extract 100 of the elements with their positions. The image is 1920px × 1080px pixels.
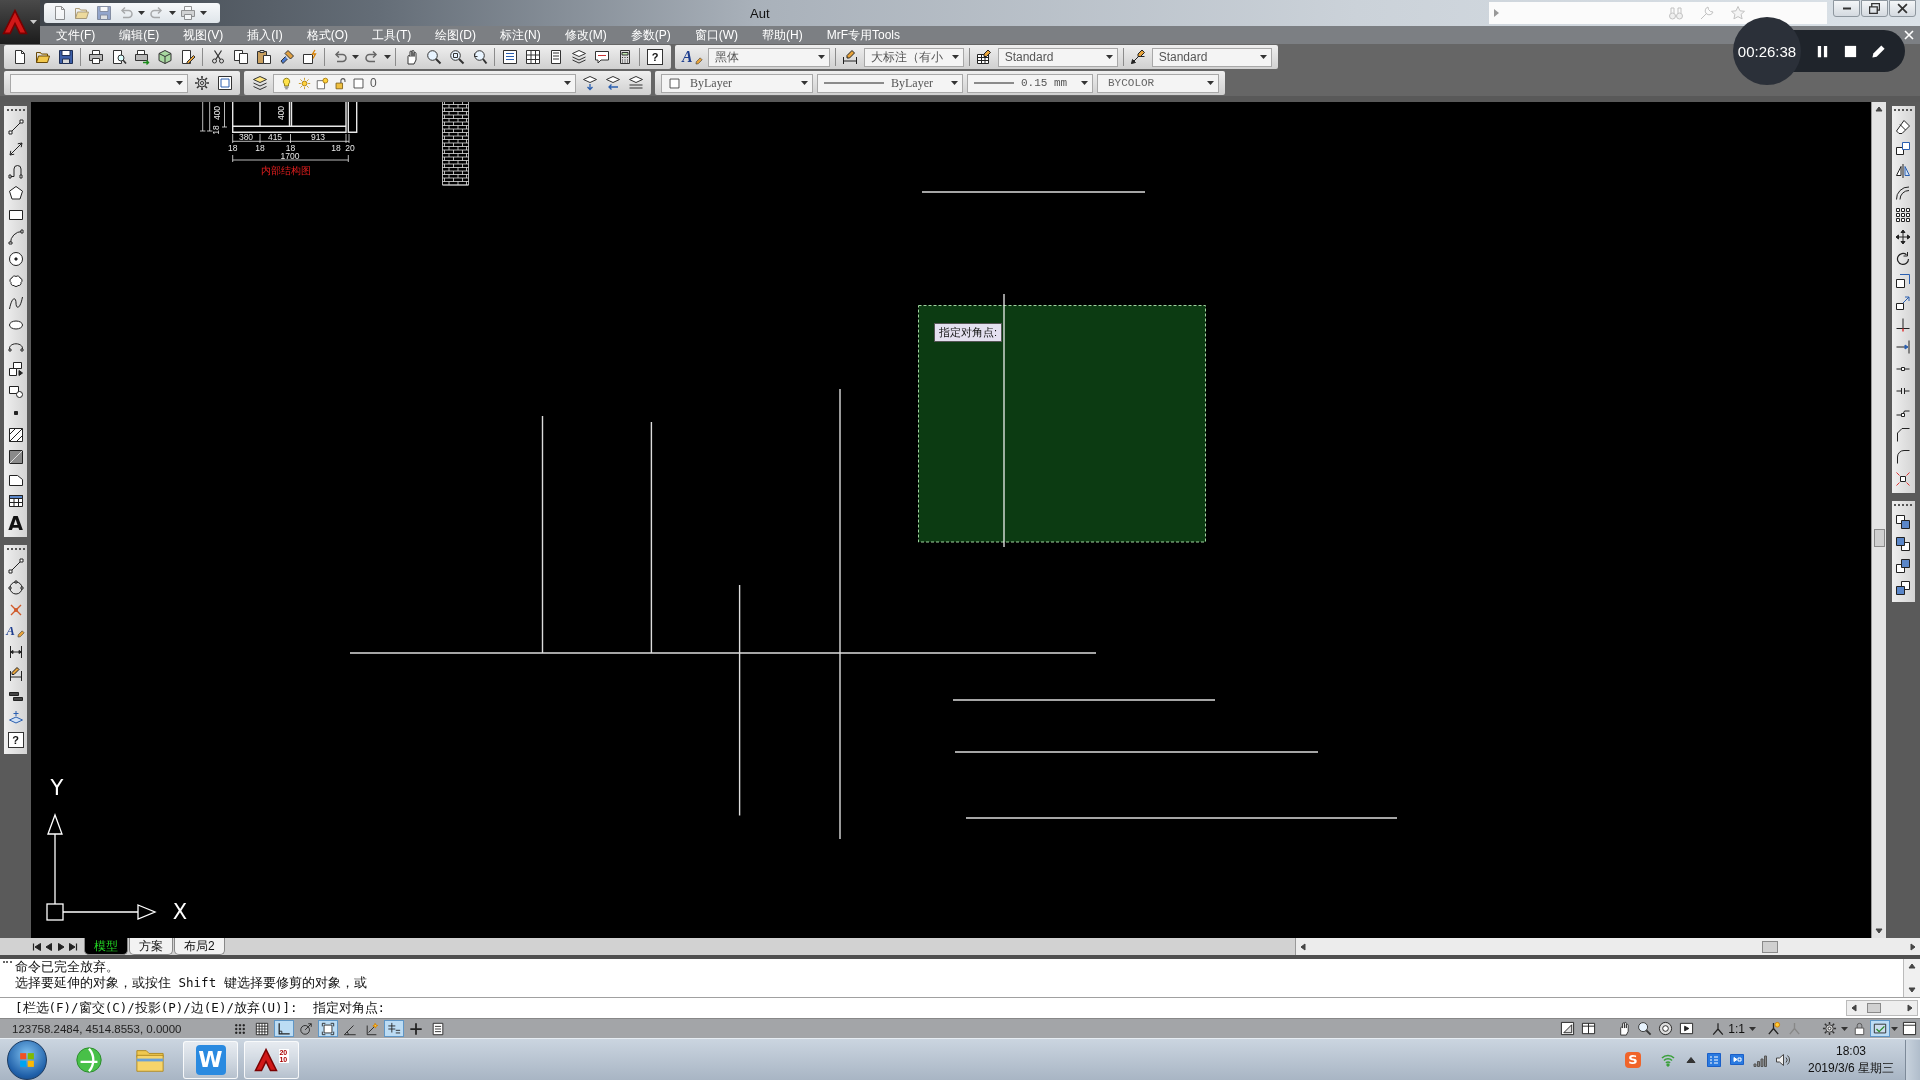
gradient-fill-icon[interactable] [7,449,24,465]
triangle-left-icon[interactable] [44,941,54,952]
cloud-icon[interactable] [7,273,24,289]
gear-icon[interactable] [193,75,210,91]
layout-tab[interactable]: 方案 [129,938,173,955]
layers-back-icon[interactable] [604,75,621,91]
drafting-toggle-button[interactable] [384,1020,404,1037]
steering-wheel-icon[interactable] [1658,1021,1674,1036]
clean-screen-toggle[interactable] [1870,1020,1890,1037]
trim-icon[interactable] [1895,317,1911,333]
caret-icon[interactable] [1259,55,1267,59]
redo-arrow-icon[interactable] [363,49,380,65]
menu-item[interactable]: 修改(M) [552,26,619,44]
zoom-icon[interactable] [425,49,442,65]
rectangle-icon[interactable] [7,207,24,223]
scissors-icon[interactable] [209,49,226,65]
overlapping-squares-icon[interactable] [1895,580,1911,596]
chamfer-icon[interactable] [1895,427,1911,443]
close-icon[interactable] [1904,30,1914,40]
zoom-previous-icon[interactable] [471,49,488,65]
sun-icon[interactable] [298,76,311,90]
skip-right-icon[interactable] [68,941,78,952]
layers-icon[interactable] [251,75,268,91]
printer-arrow-icon[interactable] [133,49,150,65]
drafting-toggle-button[interactable] [274,1020,294,1037]
caret-icon[interactable] [352,55,359,59]
overlapping-squares-icon[interactable] [1895,558,1911,574]
properties-icon[interactable] [501,49,518,65]
mirror-icon[interactable] [1895,163,1911,179]
stacked-sheets-icon[interactable] [570,49,587,65]
lock-icon[interactable] [1852,1021,1867,1036]
layers-arrow-icon[interactable] [581,75,598,91]
dimension-pencil-icon[interactable] [7,666,24,682]
hatch-icon[interactable] [7,427,24,443]
scale-icon[interactable] [1895,273,1911,289]
menu-item[interactable]: 插入(I) [235,26,295,44]
lightbulb-icon[interactable] [280,76,293,90]
vertical-scrollbar[interactable] [1903,959,1920,997]
scroll-down-icon[interactable] [1908,986,1916,994]
plot-style-dropdown[interactable]: BYCOLOR [1097,73,1219,93]
scroll-left-icon[interactable] [1299,942,1307,951]
pen-icon[interactable] [1871,43,1886,59]
spline-icon[interactable] [7,295,24,311]
layout-icon[interactable] [1581,1021,1597,1036]
caret-icon[interactable] [30,20,37,24]
window-list-icon[interactable] [1706,1051,1722,1068]
speaker-icon[interactable] [1775,1051,1791,1068]
annotation-scale-dropdown[interactable]: 1:1 [1711,1021,1757,1036]
grid-panel-icon[interactable] [524,49,541,65]
toolbar-grip[interactable] [1894,504,1912,509]
caret-icon[interactable] [1749,1026,1756,1031]
toolbar-grip[interactable] [6,109,25,114]
caret-icon[interactable] [951,81,958,85]
square-spark-icon[interactable] [301,49,318,65]
copy-objects-icon[interactable] [1895,141,1911,157]
clock-date[interactable]: 2019/3/6 星期三 [1807,1059,1894,1077]
caret-icon[interactable] [169,11,176,15]
text-style-button[interactable]: A [682,48,703,66]
open-lock-icon[interactable] [334,76,347,90]
scroll-left-icon[interactable] [1850,1004,1858,1012]
arc-icon[interactable] [7,229,24,245]
framed-square-icon[interactable] [216,75,233,91]
circle-points-icon[interactable] [7,580,24,596]
table-style-icon[interactable] [976,49,993,65]
gear-icon[interactable] [1822,1021,1837,1036]
caret-right-icon[interactable] [1494,9,1499,17]
caret-icon[interactable] [817,55,825,59]
rotate-icon[interactable] [1895,251,1911,267]
table-style-dropdown[interactable]: Standard [997,47,1118,67]
copy-icon[interactable] [232,49,249,65]
pentagon-icon[interactable] [7,185,24,201]
drafting-toggle-button[interactable] [318,1020,338,1037]
offset-icon[interactable] [1895,185,1911,201]
make-block-icon[interactable] [7,383,24,399]
clock-time[interactable]: 18:03 [1836,1042,1866,1060]
stretch-icon[interactable] [1895,295,1911,311]
triangle-right-icon[interactable] [56,941,66,952]
caret-icon[interactable] [1891,1026,1898,1031]
overlapping-squares-icon[interactable] [1895,514,1911,530]
star-icon[interactable] [1729,5,1746,21]
menu-item[interactable]: 文件(F) [44,26,108,44]
array-icon[interactable] [1895,207,1911,223]
dimension-style-icon[interactable] [842,49,859,65]
skip-left-icon[interactable] [32,941,42,952]
close-button[interactable] [1889,0,1916,17]
drawing-canvas[interactable]: 380 415 913 18 18 18 18 20 1700 400 18 400 内部结构图 X Y 指定对角点: [31,102,1871,938]
menu-item[interactable]: MrF专用Tools [814,26,912,44]
layers-spark-icon[interactable] [7,710,24,726]
extend-icon[interactable] [1895,339,1911,355]
help-button[interactable]: ? [647,49,663,65]
paintbrush-icon[interactable] [278,49,295,65]
caret-icon[interactable] [564,81,571,85]
scroll-up-icon[interactable] [1875,105,1883,113]
scroll-down-icon[interactable] [1875,927,1883,935]
line-icon[interactable] [7,119,24,135]
caret-icon[interactable] [138,11,145,15]
color-dropdown[interactable]: ByLayer [661,73,813,93]
caret-icon[interactable] [176,81,183,85]
menu-item[interactable]: 帮助(H) [750,26,815,44]
caret-icon[interactable] [801,81,808,85]
